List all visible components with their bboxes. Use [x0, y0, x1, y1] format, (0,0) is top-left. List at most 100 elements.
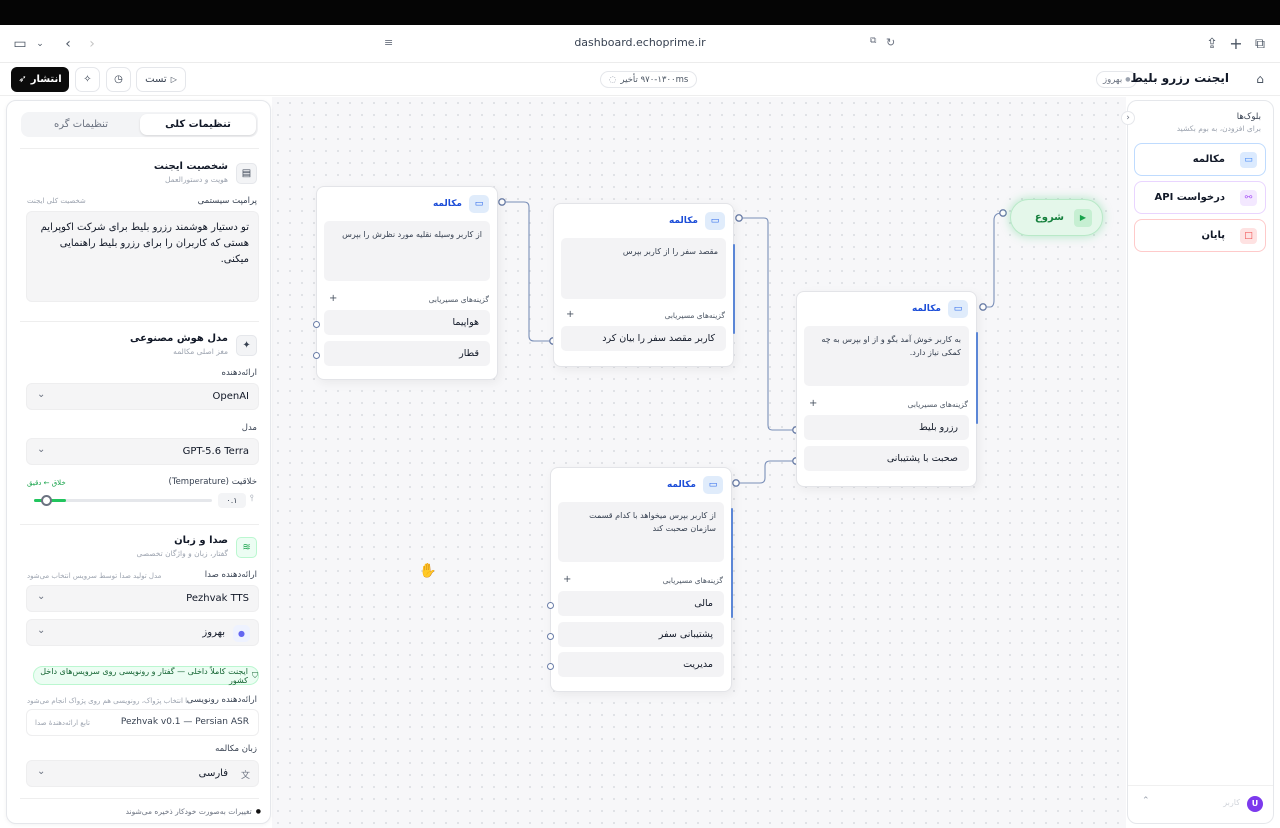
- conversation-node-support[interactable]: ▭ مکالمه از کاربر بپرس میخواهد با کدام ق…: [547, 467, 733, 692]
- shield-check-icon: ⛉: [252, 670, 258, 680]
- internal-agent-badge: ⛉ ایجنت کاملاً داخلی — گفتار و رونویسی ر…: [33, 666, 259, 685]
- temperature-value: ۰.۱: [218, 493, 246, 508]
- temperature-slider[interactable]: [34, 495, 212, 506]
- node-title: مکالمه: [432, 199, 462, 209]
- asr-hint: با انتخاب پژواک، رونویسی هم روی پژواک ان…: [27, 697, 190, 705]
- voice-select[interactable]: ● بهروز ⌄: [26, 619, 259, 646]
- forward-icon[interactable]: ›: [82, 34, 102, 54]
- voice-provider-select[interactable]: Pezhvak TTS ⌄: [26, 585, 259, 612]
- block-label: پایان: [1201, 230, 1225, 241]
- badge-text: ایجنت کاملاً داخلی — گفتار و رونویسی روی…: [40, 666, 248, 685]
- tab-node-settings[interactable]: تنظیمات گره: [23, 114, 139, 135]
- app-toolbar: ➶ انتشار ✧ ◷ تست ▷ ۹۷۰-۱۳۰۰ms تأخیر ◌ ● …: [0, 63, 1280, 96]
- tabs-overview-icon[interactable]: ⧉: [1250, 34, 1270, 54]
- start-node[interactable]: شروع ▶: [1010, 199, 1103, 236]
- conversation-node-vehicle[interactable]: ▭ مکالمه از کاربر وسیله نقلیه مورد نظرش …: [313, 186, 498, 380]
- route-option[interactable]: مالی: [558, 591, 724, 616]
- voice-value: بهروز: [202, 627, 225, 638]
- history-button[interactable]: ◷: [106, 67, 131, 92]
- route-option[interactable]: صحبت با پشتیبانی: [804, 446, 969, 471]
- home-icon[interactable]: ⌂: [1252, 71, 1268, 87]
- voice-provider-value: Pezhvak TTS: [186, 593, 249, 604]
- block-label: درخواست API: [1154, 192, 1226, 203]
- add-route-icon[interactable]: +: [809, 398, 817, 409]
- asr-note: تابع ارائه‌دهندهٔ صدا: [35, 719, 91, 727]
- route-option[interactable]: پشتیبانی سفر: [558, 622, 724, 647]
- address-bar[interactable]: ≡ dashboard.echoprime.ir ⧉ ↻: [376, 31, 904, 57]
- model-label: مدل: [241, 423, 257, 433]
- test-button[interactable]: تست ▷: [136, 67, 186, 92]
- publish-button[interactable]: ➶ انتشار: [11, 67, 69, 92]
- tab-general-settings[interactable]: تنظیمات کلی: [140, 114, 256, 135]
- provider-select[interactable]: OpenAI ⌄: [26, 383, 259, 410]
- back-icon[interactable]: ‹: [58, 34, 78, 54]
- add-route-icon[interactable]: +: [329, 293, 337, 304]
- chevron-down-icon: ⌄: [37, 444, 46, 455]
- conversation-node-destination[interactable]: ▭ مکالمه مقصد سفر را از کاربر بپرس گزینه…: [553, 203, 735, 367]
- chevron-up-icon[interactable]: ⌃: [1142, 796, 1150, 806]
- route-option[interactable]: مدیریت: [558, 652, 724, 677]
- node-message[interactable]: به کاربر خوش آمد بگو و از او بپرس به چه …: [804, 326, 969, 386]
- block-conversation[interactable]: ▭ مکالمه: [1134, 143, 1266, 176]
- blocks-subtitle: برای افزودن، به بوم بکشید: [1176, 124, 1261, 133]
- user-avatar[interactable]: U: [1247, 796, 1263, 812]
- asr-select[interactable]: Pezhvak v0.1 — Persian ASR تابع ارائه‌ده…: [26, 709, 259, 736]
- add-route-icon[interactable]: +: [566, 309, 574, 320]
- chevron-down-icon[interactable]: ⌄: [30, 34, 50, 54]
- language-value: فارسی: [198, 768, 228, 779]
- clock-icon: ◷: [114, 74, 123, 85]
- blocks-panel: ‹ بلوک‌ها برای افزودن، به بوم بکشید ▭ مک…: [1121, 100, 1274, 824]
- test-label: تست: [145, 74, 167, 85]
- translate-icon[interactable]: ⧉: [870, 36, 876, 46]
- port[interactable]: [547, 602, 554, 609]
- updated-text: بهروز: [1103, 74, 1123, 85]
- route-option[interactable]: کاربر مقصد سفر را بیان کرد: [561, 326, 726, 351]
- translate-icon: 文: [240, 771, 250, 781]
- section-subtitle: گفتار، زبان و واژگان تخصصی: [136, 549, 229, 558]
- route-option[interactable]: قطار: [324, 341, 490, 366]
- port[interactable]: [313, 352, 320, 359]
- start-label: شروع: [1034, 212, 1064, 223]
- block-end[interactable]: □ پایان: [1134, 219, 1266, 252]
- block-label: مکالمه: [1192, 154, 1225, 165]
- route-option[interactable]: رزرو بلیط: [804, 415, 969, 440]
- slider-handle[interactable]: [41, 495, 52, 506]
- section-title: شخصیت ایجنت: [153, 161, 228, 172]
- person-icon: ●: [233, 625, 250, 642]
- section-title: صدا و زبان: [174, 535, 228, 546]
- section-subtitle: مغز اصلی مکالمه: [173, 347, 228, 356]
- sidebar-toggle-icon[interactable]: ▭: [10, 34, 30, 54]
- chat-placeholder[interactable]: کاربر: [1223, 798, 1240, 807]
- node-message[interactable]: از کاربر بپرس میخواهد با کدام قسمت سازما…: [558, 502, 724, 562]
- dot-icon: ●: [255, 808, 261, 815]
- conversation-node-welcome[interactable]: ▭ مکالمه به کاربر خوش آمد بگو و از او بپ…: [796, 291, 978, 487]
- system-prompt-textarea[interactable]: تو دستیار هوشمند رزرو بلیط برای شرکت اکو…: [26, 211, 259, 302]
- model-value: GPT-5.6 Terra: [182, 446, 249, 457]
- latency-status: ۹۷۰-۱۳۰۰ms تأخیر ◌: [600, 71, 698, 88]
- port[interactable]: [313, 321, 320, 328]
- asr-label: ارائه‌دهنده رونویسی: [186, 695, 257, 705]
- asr-value: Pezhvak v0.1 — Persian ASR: [120, 717, 249, 727]
- collapse-panel-icon[interactable]: ‹: [1121, 111, 1135, 125]
- play-icon: ▶: [1074, 208, 1092, 227]
- add-route-icon[interactable]: +: [563, 574, 571, 585]
- chevron-down-icon: ⌄: [37, 389, 46, 400]
- block-api-request[interactable]: ⚯ درخواست API: [1134, 181, 1266, 214]
- route-option[interactable]: هواپیما: [324, 310, 490, 335]
- node-message[interactable]: از کاربر وسیله نقلیه مورد نظرش را بپرس: [324, 221, 490, 281]
- chat-icon: ▭: [705, 212, 725, 230]
- model-select[interactable]: GPT-5.6 Terra ⌄: [26, 438, 259, 465]
- port[interactable]: [547, 633, 554, 640]
- routes-label: گزینه‌های مسیریابی: [428, 295, 489, 304]
- hand-cursor-icon: ✋: [419, 563, 437, 579]
- new-tab-icon[interactable]: +: [1226, 34, 1246, 54]
- share-icon[interactable]: ⇪: [1202, 34, 1222, 54]
- language-select[interactable]: 文 فارسی ⌄: [26, 760, 259, 787]
- reload-icon[interactable]: ↻: [886, 36, 895, 49]
- node-message[interactable]: مقصد سفر را از کاربر بپرس: [561, 238, 726, 299]
- port[interactable]: [547, 663, 554, 670]
- routes-label: گزینه‌های مسیریابی: [664, 311, 725, 320]
- node-accent: [976, 332, 978, 424]
- magic-button[interactable]: ✧: [75, 67, 100, 92]
- chat-icon: ▭: [948, 300, 968, 318]
